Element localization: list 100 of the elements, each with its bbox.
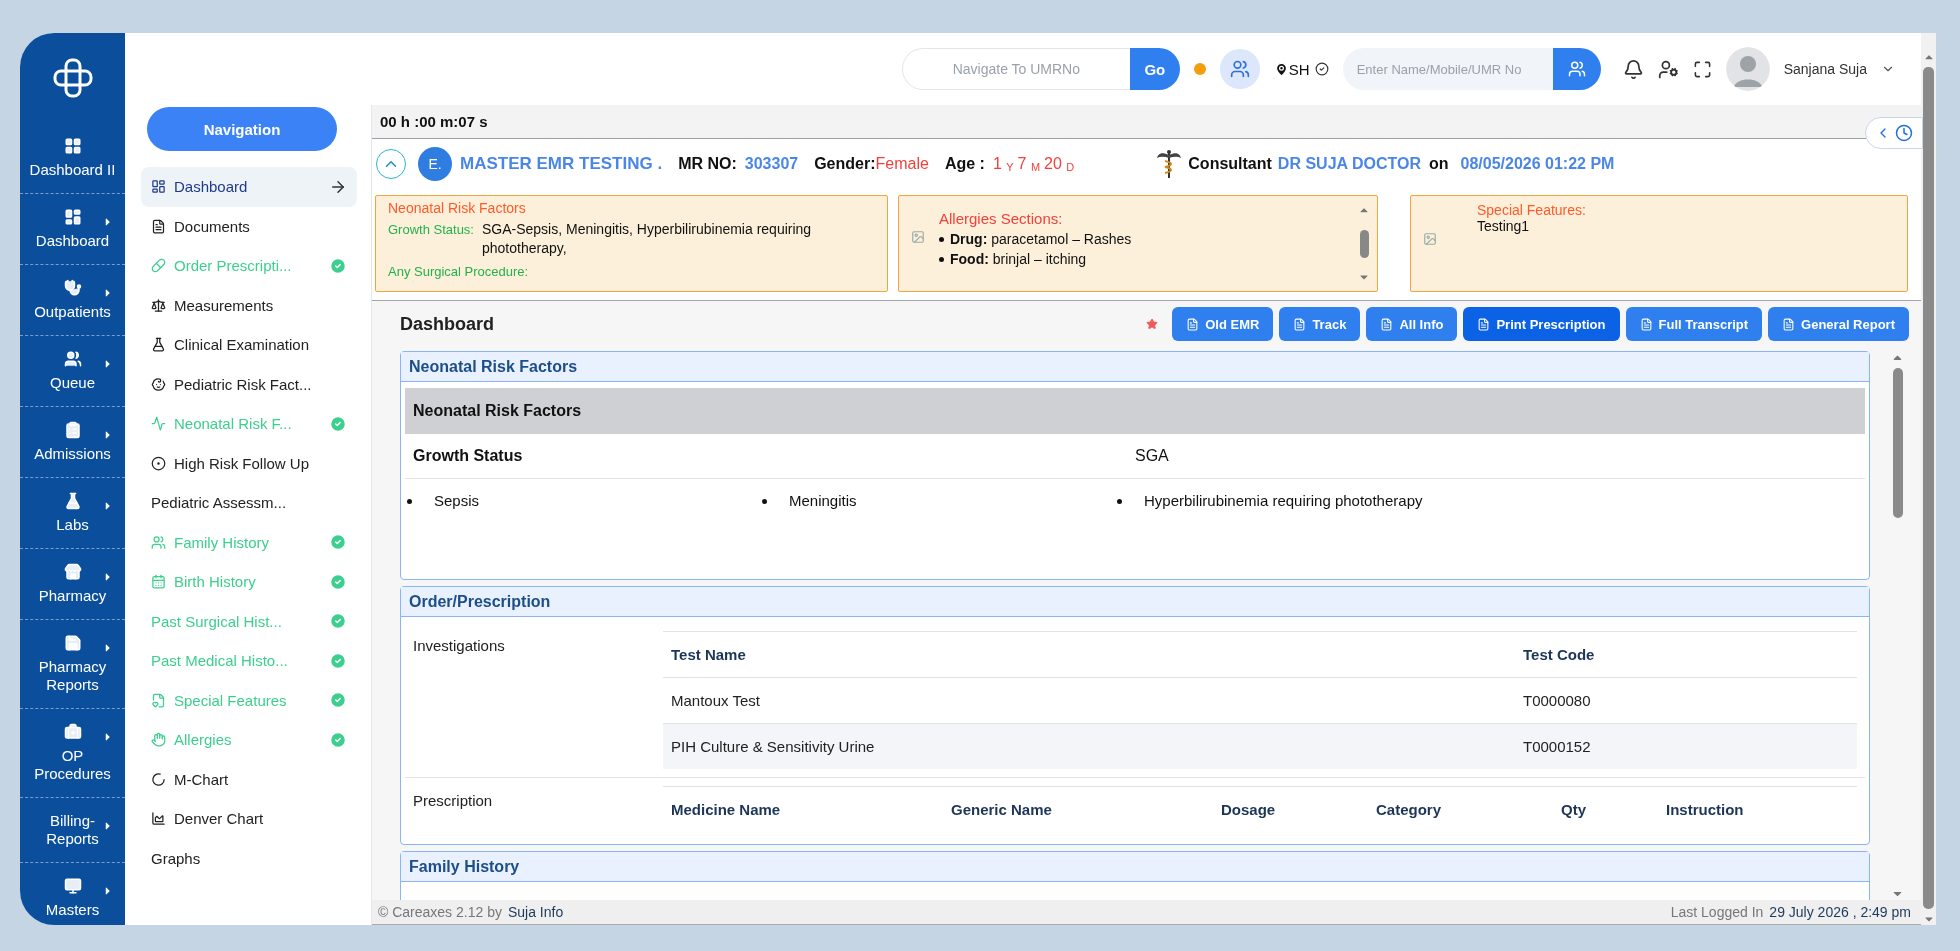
column-header: Test Name: [671, 646, 747, 663]
field-label: Any Surgical Procedure:: [388, 263, 529, 281]
document-icon: [151, 218, 166, 234]
document-icon: [1639, 317, 1653, 331]
sidebar-item[interactable]: Outpatients: [20, 265, 125, 336]
hand-icon: [151, 732, 166, 748]
column-header: Medicine Name: [671, 801, 782, 818]
navigation-button[interactable]: Navigation: [147, 107, 337, 151]
chart-line-icon: [151, 416, 166, 432]
history-button[interactable]: [1865, 117, 1923, 149]
umr-search-field[interactable]: Navigate To UMRNo: [901, 48, 1130, 90]
star-icon: [1146, 318, 1159, 330]
people-icon: [1567, 60, 1586, 78]
nav-item[interactable]: High Risk Follow Up: [141, 443, 357, 483]
sidebar-item[interactable]: Dashboard II: [20, 123, 125, 194]
card-title: Special Features:: [1477, 202, 1586, 218]
document-icon: [1293, 317, 1307, 331]
scroll-thumb[interactable]: [1923, 67, 1934, 909]
sidebar-item[interactable]: Admissions: [20, 407, 125, 478]
go-button[interactable]: Go: [1129, 48, 1180, 90]
clock-icon: [1895, 124, 1913, 142]
patient-avatar: E.: [418, 147, 452, 181]
check-circle-icon: [329, 730, 347, 749]
age-unit: Y: [1006, 161, 1014, 173]
scroll-thumb[interactable]: [1359, 229, 1369, 258]
table-cell-text: T0000152: [1523, 738, 1592, 755]
bullet-icon: [762, 499, 767, 504]
nav-item[interactable]: Measurements: [141, 285, 357, 325]
notification-icon[interactable]: [1622, 58, 1644, 80]
target-icon: [151, 455, 166, 471]
age-value: 1: [992, 155, 1002, 173]
sidebar-item[interactable]: Pharmacy Reports: [20, 620, 125, 709]
check-circle-icon: [329, 414, 347, 433]
toolbar-button[interactable]: All Info: [1366, 307, 1458, 341]
list-item: Meningitis: [789, 491, 857, 511]
sidebar-item[interactable]: Dashboard: [20, 194, 125, 265]
toolbar-button[interactable]: Full Transcript: [1625, 307, 1763, 341]
bullet-icon: [939, 256, 944, 262]
area-chart-icon: [151, 811, 166, 827]
check-circle-icon: [329, 533, 347, 552]
column-header: Qty: [1561, 801, 1587, 818]
toolbar-button[interactable]: Print Prescription: [1463, 307, 1620, 341]
collapse-button[interactable]: [376, 149, 406, 179]
nav-item[interactable]: Clinical Examination: [141, 325, 357, 365]
list-item: Sepsis: [434, 491, 480, 511]
section-title: Neonatal Risk Factors: [401, 352, 1869, 382]
nav-item[interactable]: Graphs: [141, 838, 357, 878]
gender-label: Gender:: [814, 155, 876, 173]
logo: [52, 58, 93, 98]
nav-item[interactable]: Documents: [141, 206, 357, 246]
people-icon: [63, 350, 82, 368]
pill-icon: [151, 258, 166, 274]
info-dot-icon: [1193, 63, 1206, 75]
group-label: Investigations: [413, 636, 506, 656]
check-circle-icon: [329, 651, 347, 670]
avatar: [1725, 47, 1770, 91]
sidebar-item[interactable]: Masters: [20, 863, 125, 925]
company-link[interactable]: Suja Info: [507, 904, 564, 920]
allergy-item: Food: brinjal – itching: [950, 250, 1087, 269]
toolbar-button[interactable]: Track: [1279, 307, 1361, 341]
sidebar-item[interactable]: Labs: [20, 478, 125, 549]
nav-item[interactable]: M-Chart: [141, 759, 357, 799]
age-label: Age :: [944, 155, 985, 173]
patient-name: MASTER EMR TESTING .: [460, 154, 663, 174]
scroll-thumb[interactable]: [1892, 368, 1903, 518]
location-pin-icon: [1273, 61, 1289, 77]
sidebar-item[interactable]: OP Procedures: [20, 709, 125, 798]
check-circle-icon: [329, 691, 347, 710]
field-value: SGA: [1135, 447, 1170, 465]
fullscreen-icon[interactable]: [1692, 59, 1712, 79]
field-value: SGA-Sepsis, Meningitis, Hyperbilirubinemia requiring phototherapy,: [482, 220, 813, 258]
page-scrollbar[interactable]: [1921, 33, 1936, 925]
sidebar-item[interactable]: Queue: [20, 336, 125, 407]
nav-item[interactable]: Pediatric Assessm...: [141, 483, 357, 523]
consultant-label: Consultant: [1188, 155, 1272, 173]
medical-kit-icon: [63, 723, 82, 741]
gender-value: Female: [875, 155, 929, 173]
patient-search-button[interactable]: [1552, 48, 1601, 90]
image-icon: [911, 230, 925, 244]
queue-button[interactable]: [1219, 49, 1260, 89]
toolbar-button[interactable]: Old EMR: [1172, 307, 1274, 341]
patient-search-field[interactable]: Enter Name/Mobile/UMR No: [1342, 48, 1553, 90]
document-icon: [1380, 317, 1394, 331]
page-title: Dashboard: [400, 313, 496, 335]
field-label: Growth Status:: [388, 221, 474, 239]
table-cell-text: Mantoux Test: [671, 692, 761, 709]
card-title: Neonatal Risk Factors: [388, 200, 527, 216]
user-gear-icon[interactable]: [1657, 58, 1679, 80]
toolbar-button[interactable]: General Report: [1768, 307, 1909, 341]
column-header: Dosage: [1221, 801, 1277, 818]
age-value: 20: [1044, 155, 1062, 173]
nav-item[interactable]: Denver Chart: [141, 799, 357, 839]
check-circle-icon: [329, 256, 347, 275]
nav-item[interactable]: Pediatric Risk Fact...: [141, 364, 357, 404]
subsection-title: Neonatal Risk Factors: [405, 388, 1865, 434]
sidebar-item[interactable]: Pharmacy: [20, 549, 125, 620]
nav-item[interactable]: Dashboard: [141, 167, 357, 207]
grid-icon: [63, 137, 82, 155]
sidebar-item[interactable]: Billing-Reports: [20, 798, 125, 863]
allergy-item: Drug: paracetamol – Rashes: [950, 230, 1132, 249]
